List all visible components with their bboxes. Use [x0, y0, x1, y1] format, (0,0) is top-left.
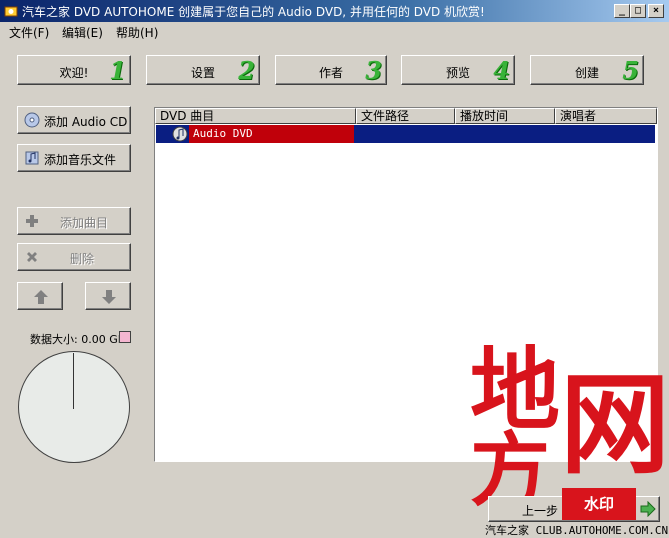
button-label: 删除	[70, 252, 95, 266]
menu-file[interactable]: 文件(F)	[9, 24, 49, 41]
title-bar[interactable]: 汽车之家 DVD AUTOHOME 创建属于您自己的 Audio DVD, 并用…	[0, 0, 669, 22]
column-header-path[interactable]: 文件路径	[356, 108, 455, 124]
step-number: 3	[365, 56, 382, 85]
dvd-music-icon	[172, 126, 188, 142]
button-label: 添加曲目	[60, 216, 109, 230]
column-header-artist[interactable]: 演唱者	[555, 108, 657, 124]
step-settings-button[interactable]: 设置 2	[146, 55, 260, 85]
add-audio-cd-button[interactable]: 添加 Audio CD	[17, 106, 131, 134]
next-arrow-icon[interactable]	[640, 501, 656, 517]
data-size-legend-swatch	[119, 331, 131, 343]
watermark-char-3: 网	[560, 360, 669, 489]
delete-button[interactable]: 删除	[17, 243, 131, 271]
minimize-button[interactable]: _	[614, 4, 630, 18]
arrow-up-icon	[34, 290, 48, 304]
arrow-down-icon	[102, 290, 116, 304]
delete-icon	[27, 252, 37, 262]
cd-icon	[24, 112, 40, 128]
step-preview-button[interactable]: 预览 4	[401, 55, 515, 85]
step-number: 2	[238, 56, 255, 85]
data-size-label: 数据大小: 0.00 GB	[30, 333, 126, 346]
track-name[interactable]: Audio DVD	[189, 125, 354, 143]
column-header-track[interactable]: DVD 曲目	[155, 108, 356, 124]
step-number: 4	[493, 56, 510, 85]
step-number: 5	[622, 56, 639, 85]
add-track-button[interactable]: 添加曲目	[17, 207, 131, 235]
button-label: 添加音乐文件	[44, 153, 117, 167]
pie-indicator-line	[73, 353, 74, 409]
menu-help[interactable]: 帮助(H)	[116, 24, 158, 41]
music-file-icon	[25, 151, 39, 165]
step-welcome-button[interactable]: 欢迎! 1	[17, 55, 131, 85]
app-icon	[4, 6, 18, 17]
close-button[interactable]: ×	[648, 4, 664, 18]
watermark-stamp: 水印	[562, 488, 636, 520]
prev-step-button[interactable]: 上一步	[522, 502, 558, 519]
site-watermark-text: 汽车之家 CLUB.AUTOHOME.COM.CN	[485, 524, 669, 537]
move-down-button[interactable]	[85, 282, 131, 310]
add-music-file-button[interactable]: 添加音乐文件	[17, 144, 131, 172]
column-header-duration[interactable]: 播放时间	[455, 108, 555, 124]
step-number: 1	[109, 56, 126, 85]
button-label: 添加 Audio CD	[44, 115, 128, 129]
step-create-button[interactable]: 创建 5	[530, 55, 644, 85]
menu-edit[interactable]: 编辑(E)	[62, 24, 103, 41]
watermark-char-1: 地	[470, 337, 560, 443]
move-up-button[interactable]	[17, 282, 63, 310]
step-author-button[interactable]: 作者 3	[275, 55, 387, 85]
menu-bar: 文件(F) 编辑(E) 帮助(H)	[0, 22, 669, 40]
disk-usage-pie	[18, 351, 130, 463]
maximize-button[interactable]: □	[630, 4, 646, 18]
window-title: 汽车之家 DVD AUTOHOME 创建属于您自己的 Audio DVD, 并用…	[22, 5, 485, 19]
plus-icon	[26, 215, 38, 227]
